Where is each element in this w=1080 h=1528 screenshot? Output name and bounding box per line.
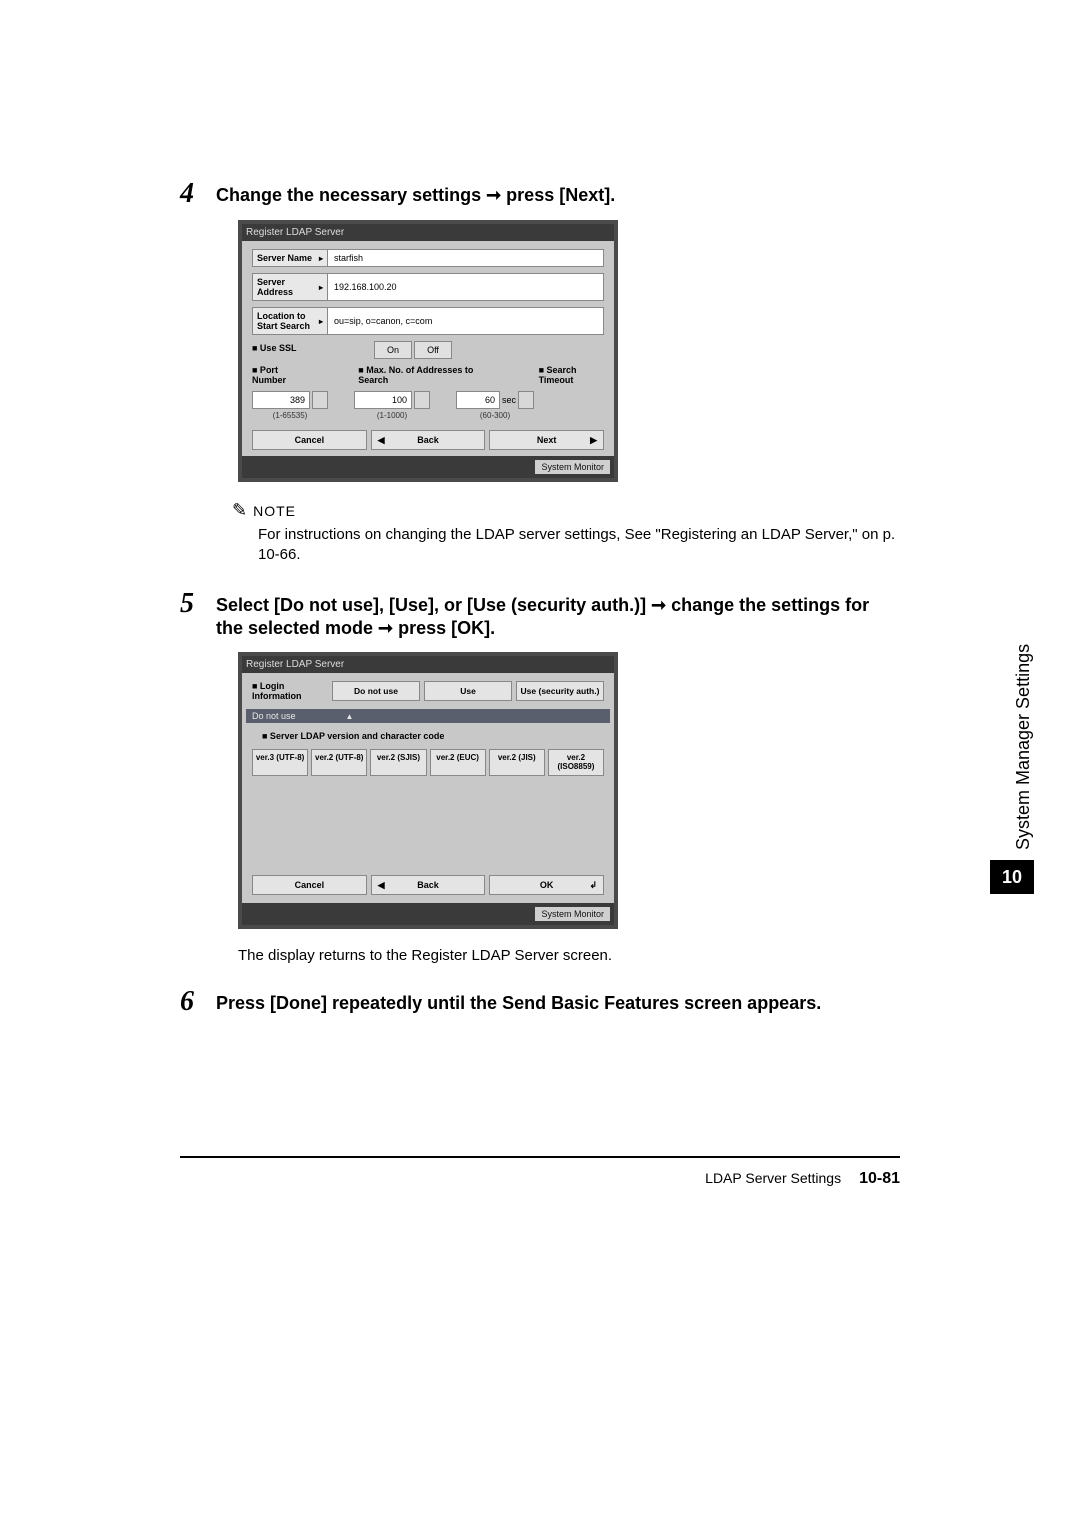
sec-label: sec (502, 395, 516, 405)
screen-title: Register LDAP Server (242, 224, 614, 241)
ssl-on-button[interactable]: On (374, 341, 412, 359)
step-6: 6 Press [Done] repeatedly until the Send… (180, 988, 900, 1016)
next-button[interactable]: Next▶ (489, 430, 604, 450)
system-monitor-button[interactable]: System Monitor (535, 460, 610, 474)
max-input[interactable]: 100 (354, 391, 412, 409)
ver2-iso8859-button[interactable]: ver.2 (ISO8859) (548, 749, 604, 775)
use-security-auth-button[interactable]: Use (security auth.) (516, 681, 604, 701)
page-content: System Manager Settings 10 4 Change the … (180, 180, 900, 1188)
footer-rule (180, 1156, 900, 1158)
timeout-range: (60-300) (480, 411, 510, 420)
step5-screenshot: Register LDAP Server ■ Login Information… (238, 652, 900, 929)
footer-section: LDAP Server Settings (705, 1170, 841, 1186)
step-heading: Press [Done] repeatedly until the Send B… (216, 988, 821, 1016)
keypad-icon[interactable] (414, 391, 430, 409)
selection-hint-bar: Do not use▲ (246, 709, 610, 723)
do-not-use-button[interactable]: Do not use (332, 681, 420, 701)
note-header: ✎ NOTE (232, 500, 900, 521)
step-number: 6 (180, 988, 216, 1016)
port-range: (1-65535) (273, 411, 308, 420)
step4-screenshot: Register LDAP Server Server Name▸ starfi… (238, 220, 900, 482)
note-body: For instructions on changing the LDAP se… (258, 525, 900, 566)
use-ssl-label: ■ Use SSL (252, 341, 372, 357)
step-heading: Select [Do not use], [Use], or [Use (sec… (216, 590, 900, 641)
cancel-button[interactable]: Cancel (252, 430, 367, 450)
timeout-input[interactable]: 60 (456, 391, 500, 409)
ver2-jis-button[interactable]: ver.2 (JIS) (489, 749, 545, 775)
ver3-utf8-button[interactable]: ver.3 (UTF-8) (252, 749, 308, 775)
version-heading: ■ Server LDAP version and character code (262, 731, 604, 741)
server-name-input[interactable]: starfish (328, 249, 604, 267)
location-button[interactable]: Location to Start Search▸ (252, 307, 328, 335)
ok-button[interactable]: OK↲ (489, 875, 604, 895)
step-heading: Change the necessary settings ➞ press [N… (216, 180, 615, 208)
use-button[interactable]: Use (424, 681, 512, 701)
step-5: 5 Select [Do not use], [Use], or [Use (s… (180, 590, 900, 641)
location-input[interactable]: ou=sip, o=canon, c=com (328, 307, 604, 335)
pencil-icon: ✎ (232, 500, 247, 521)
screen-title: Register LDAP Server (242, 656, 614, 673)
port-input[interactable]: 389 (252, 391, 310, 409)
ssl-off-button[interactable]: Off (414, 341, 452, 359)
max-addr-label: ■ Max. No. of Addresses to Search (358, 363, 486, 389)
footer-page: 10-81 (859, 1170, 900, 1188)
page-footer: LDAP Server Settings 10-81 (180, 1170, 900, 1188)
chapter-number: 10 (990, 860, 1034, 894)
system-monitor-button[interactable]: System Monitor (535, 907, 610, 921)
step-number: 5 (180, 590, 216, 641)
port-label: ■ Port Number (252, 363, 306, 389)
timeout-label: ■ Search Timeout (539, 363, 604, 389)
ver2-sjis-button[interactable]: ver.2 (SJIS) (370, 749, 426, 775)
cancel-button[interactable]: Cancel (252, 875, 367, 895)
server-address-button[interactable]: Server Address▸ (252, 273, 328, 301)
login-info-label: ■ Login Information (252, 681, 328, 701)
max-range: (1-1000) (377, 411, 407, 420)
server-address-input[interactable]: 192.168.100.20 (328, 273, 604, 301)
ver2-utf8-button[interactable]: ver.2 (UTF-8) (311, 749, 367, 775)
step-4: 4 Change the necessary settings ➞ press … (180, 180, 900, 208)
keypad-icon[interactable] (518, 391, 534, 409)
step-number: 4 (180, 180, 216, 208)
back-button[interactable]: ◀Back (371, 875, 486, 895)
back-button[interactable]: ◀Back (371, 430, 486, 450)
return-text: The display returns to the Register LDAP… (238, 947, 900, 964)
note-label: NOTE (253, 503, 296, 519)
keypad-icon[interactable] (312, 391, 328, 409)
ver2-euc-button[interactable]: ver.2 (EUC) (430, 749, 486, 775)
side-tab-label: System Manager Settings (1013, 600, 1034, 850)
server-name-button[interactable]: Server Name▸ (252, 249, 328, 267)
